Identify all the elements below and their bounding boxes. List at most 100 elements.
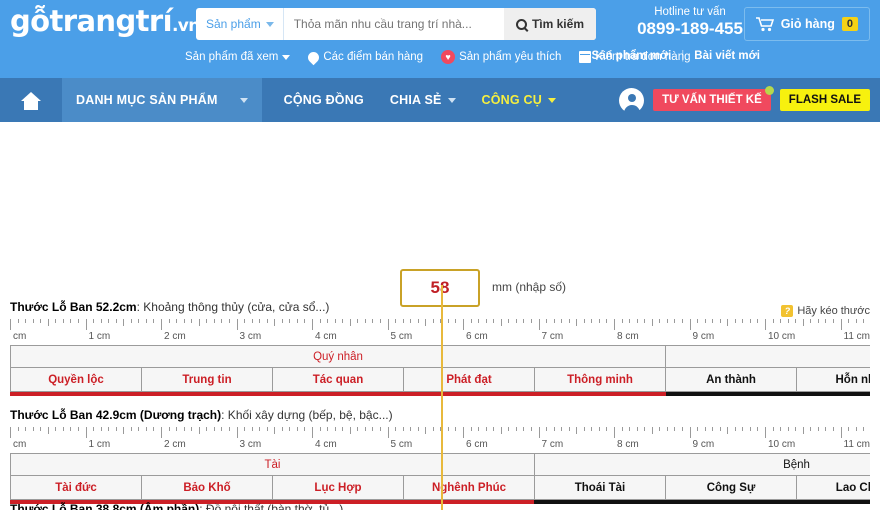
- tick-mark: [478, 319, 480, 323]
- tick-mark: [485, 427, 487, 431]
- ruler-cell[interactable]: Phát đạt: [403, 367, 535, 392]
- ruler-cell[interactable]: Nghênh Phúc: [403, 475, 535, 500]
- tick-mark: [697, 427, 699, 431]
- tick-mark: [644, 427, 646, 431]
- nav-item-community[interactable]: CỘNG ĐỒNG: [284, 93, 364, 107]
- nav-tools-label: CÔNG CỤ: [481, 93, 542, 107]
- tick-label: cm: [13, 331, 27, 342]
- measurement-unit-note: mm (nhập số): [492, 280, 567, 294]
- tick-mark: [342, 319, 344, 323]
- tick-label: cm: [13, 439, 27, 450]
- cart-count-badge: 0: [841, 17, 858, 31]
- tick-mark: [697, 319, 699, 323]
- tick-mark: [795, 319, 797, 323]
- nav-home-button[interactable]: [0, 78, 62, 122]
- subnav-item-favorites[interactable]: ♥ Sản phẩm yêu thích: [441, 50, 561, 64]
- ruler-scroll-area-1[interactable]: cm 1 cm 2 cm 3 cm 4 cm 5 cm 6 cm 7 cm 8 cm 9 cm 10…: [10, 319, 870, 396]
- ruler-cell[interactable]: Công Sự: [665, 475, 797, 500]
- tick-mark: [130, 427, 132, 431]
- tick-mark: [198, 319, 200, 326]
- tick-label: 1 cm: [88, 439, 111, 450]
- tick-mark: [515, 427, 517, 431]
- tick-mark: [780, 319, 782, 323]
- tick-mark: [810, 319, 812, 323]
- tick-mark: [334, 427, 336, 431]
- chevron-down-icon: [265, 21, 274, 27]
- nav-item-share[interactable]: CHIA SẺ: [390, 93, 456, 107]
- tick-mark: [606, 319, 608, 323]
- ruler-ticks: [10, 427, 870, 438]
- ruler-cell[interactable]: An thành: [665, 367, 797, 392]
- search-category-dropdown[interactable]: Sản phẩm: [196, 8, 284, 40]
- flash-sale-button[interactable]: FLASH SALE: [779, 89, 870, 111]
- tick-mark: [62, 427, 64, 431]
- tick-label: 4 cm: [315, 331, 337, 342]
- tick-mark: [568, 319, 570, 323]
- ruler-title-2: Thước Lỗ Ban 42.9cm (Dương trạch): Khối …: [10, 408, 870, 422]
- ruler-cell[interactable]: Tài đức: [10, 475, 142, 500]
- tick-mark: [168, 427, 170, 431]
- tick-mark: [704, 427, 706, 431]
- avatar[interactable]: [619, 87, 645, 113]
- design-consult-button[interactable]: TƯ VẤN THIẾT KẾ: [653, 86, 774, 111]
- subnav-label-favorites: Sản phẩm yêu thích: [459, 51, 562, 63]
- tick-mark: [289, 319, 291, 323]
- nav-share-label: CHIA SẺ: [389, 93, 442, 107]
- ruler-cell[interactable]: Lao Chấp: [796, 475, 870, 500]
- ruler-scroll-area-2[interactable]: cm 1 cm 2 cm 3 cm 4 cm 5 cm 6 cm 7 cm 8 cm 9 cm 10…: [10, 427, 870, 504]
- tick-mark: [213, 427, 215, 431]
- tick-mark: [274, 427, 276, 434]
- tick-mark: [10, 319, 11, 330]
- subnav-item-viewed[interactable]: Sản phẩm đã xem: [185, 51, 291, 63]
- tick-mark: [123, 319, 125, 326]
- ruler-cell[interactable]: Thông minh: [534, 367, 666, 392]
- flash-sale-label: FLASH SALE: [788, 94, 861, 106]
- tick-mark: [327, 427, 329, 431]
- tick-mark: [463, 427, 464, 438]
- ruler-title-bold: Thước Lỗ Ban 38.8cm (Âm phần): [10, 502, 200, 510]
- search-button[interactable]: Tìm kiếm: [503, 8, 596, 40]
- tick-mark: [312, 319, 313, 330]
- tick-mark: [17, 427, 19, 431]
- tick-mark: [100, 427, 102, 431]
- tick-mark: [561, 427, 563, 431]
- tick-mark: [515, 319, 517, 323]
- tick-label: 8 cm: [617, 331, 639, 342]
- ruler-cell[interactable]: Quyền lộc: [10, 367, 142, 392]
- measurement-marker-line[interactable]: [441, 285, 443, 510]
- tick-mark: [447, 319, 449, 323]
- ruler-cell[interactable]: Thoái Tài: [534, 475, 666, 500]
- tick-mark: [108, 319, 110, 323]
- nav-item-categories[interactable]: DANH MỤC SẢN PHẨM: [62, 78, 262, 122]
- ruler-block-2: Thước Lỗ Ban 42.9cm (Dương trạch): Khối …: [10, 408, 870, 504]
- search-bar: Sản phẩm Tìm kiếm: [196, 8, 596, 40]
- ruler-cell[interactable]: Tác quan: [272, 367, 404, 392]
- ruler-cell[interactable]: Hỗn nhân: [796, 367, 870, 392]
- cart-button[interactable]: Giỏ hàng 0: [743, 7, 870, 41]
- ruler-cell[interactable]: Lục Hợp: [272, 475, 404, 500]
- tick-mark: [17, 319, 19, 323]
- tick-mark: [40, 427, 42, 431]
- ruler-cell[interactable]: Bảo Khố: [141, 475, 273, 500]
- tick-mark: [583, 427, 585, 431]
- tick-mark: [508, 319, 510, 323]
- tick-mark: [621, 427, 623, 431]
- subnav-item-stores[interactable]: Các điểm bán hàng: [306, 49, 423, 65]
- nav-item-tools[interactable]: CÔNG CỤ: [482, 93, 556, 107]
- chevron-down-icon: [239, 97, 248, 103]
- tick-mark: [198, 427, 200, 434]
- tick-mark: [319, 427, 321, 431]
- search-input[interactable]: [283, 8, 504, 40]
- tick-label: 5 cm: [390, 439, 413, 450]
- subnav-new-products[interactable]: Sản phẩm mới: [592, 50, 672, 62]
- tick-mark: [206, 319, 208, 323]
- subnav-new-posts[interactable]: Bài viết mới: [694, 50, 760, 62]
- tick-mark: [349, 427, 351, 434]
- ruler-cell[interactable]: Trung tin: [141, 367, 273, 392]
- tick-mark: [629, 319, 631, 323]
- tick-mark: [455, 319, 457, 323]
- site-logo[interactable]: gỗtrangtrí.vn: [10, 4, 200, 38]
- ruler-underline-segment: [141, 392, 273, 396]
- tick-label: 7 cm: [541, 439, 564, 450]
- tick-mark: [55, 319, 57, 323]
